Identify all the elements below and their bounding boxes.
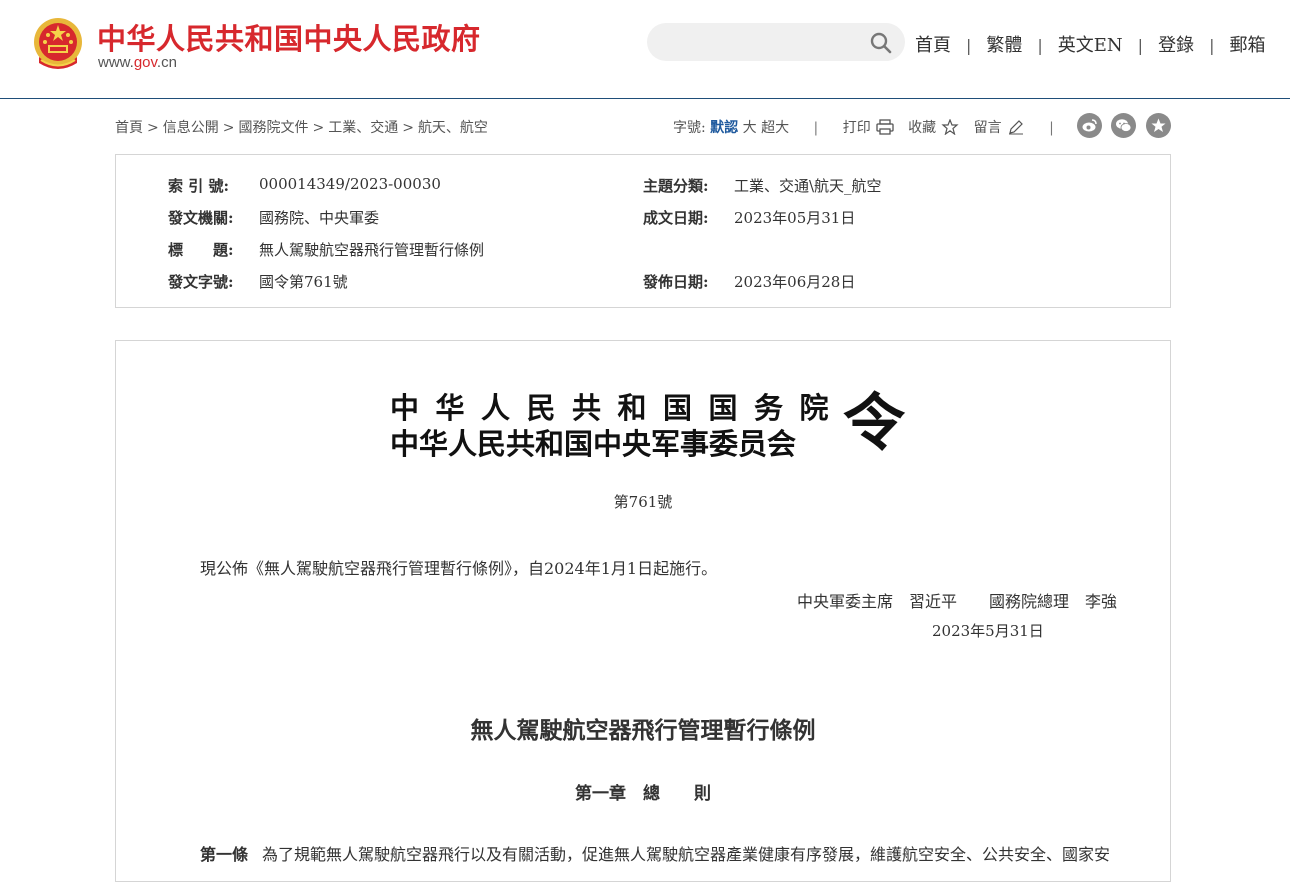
issuer-line-state-council: 中华人民共和国国务院 [390,391,846,425]
article-1: 第一條 為了規範無人駕駛航空器飛行以及有關活動，促進無人駕駛航空器產業健康有序發展… [200,841,1150,865]
search-icon[interactable] [869,31,893,55]
title-value: 無人駕駛航空器飛行管理暫行條例 [259,241,485,259]
national-emblem-icon[interactable] [33,17,83,71]
search-input[interactable] [665,31,869,55]
nav-separator: | [1037,36,1043,55]
site-url[interactable]: www.gov.cn [98,54,177,71]
site-header: 中华人民共和国中央人民政府 www.gov.cn 首頁 | 繁體 | 英文EN | 登錄 | 郵… [0,0,1290,99]
weibo-share[interactable] [1077,113,1102,138]
doc-number-value: 國令第761號 [259,273,348,291]
breadcrumb-item-industry[interactable]: 工業、交通 [328,120,398,136]
nav-home[interactable]: 首頁 [915,35,951,56]
font-size-large[interactable]: 大 [743,120,757,136]
breadcrumb-separator: > [222,120,235,136]
article-1-text: 為了規範無人駕駛航空器飛行以及有關活動，促進無人駕駛航空器產業健康有序發展，維護… [262,845,1111,864]
article-1-label: 第一條 [200,845,249,864]
site-url-prefix: www. [98,54,134,71]
breadcrumb-separator: > [402,120,414,136]
star-outline-icon [941,119,959,135]
nav-separator: | [1137,36,1144,55]
category-value: 工業、交通\航天_航空 [734,177,882,195]
signing-date: 2023年5月31日 [932,622,1044,640]
wechat-share[interactable] [1111,113,1136,138]
weibo-icon [1082,119,1097,132]
breadcrumb: 首頁 > 信息公開 > 國務院文件 > 工業、交通 > 航天、航空 [115,117,488,137]
category-label: 主題分類: [643,177,709,195]
star-circle-icon [1151,118,1166,132]
toolbar-separator: | [1049,120,1054,136]
announcement-text: 現公佈《無人駕駛航空器飛行管理暫行條例》，自2024年1月1日起施行。 [200,559,718,578]
written-date-label: 成文日期: [643,209,709,227]
nav-mail[interactable]: 郵箱 [1229,35,1265,56]
toolbar-separator: | [813,120,819,136]
publish-date-value: 2023年06月28日 [734,273,856,291]
regulation-title: 無人駕駛航空器飛行管理暫行條例 [470,717,816,744]
nav-separator: | [1209,36,1215,55]
breadcrumb-item-state-council-docs[interactable]: 國務院文件 [238,120,308,136]
index-label: 索 引 號: [168,177,229,195]
breadcrumb-separator: > [147,120,159,136]
signatories: 中央軍委主席 習近平 國務院總理 李強 [796,592,1117,611]
print-button[interactable]: 打印 [842,119,894,136]
nav-traditional[interactable]: 繁體 [986,35,1022,56]
written-date-value: 2023年05月31日 [734,209,856,227]
nav-english[interactable]: 英文EN [1058,35,1123,56]
site-url-suffix: .cn [156,54,177,71]
order-number: 第761號 [613,493,673,511]
printer-icon [876,119,894,135]
breadcrumb-item-aerospace[interactable]: 航天、航空 [418,120,488,136]
document-metadata: 索 引 號: 000014349/2023-00030 主題分類: 工業、交通\… [115,154,1171,308]
pencil-icon [1008,120,1023,135]
issuing-authorities: 中华人民共和国国务院 中华人民共和国中央军事委员会 [390,390,835,462]
breadcrumb-item-info[interactable]: 信息公開 [163,120,219,136]
favorite-button[interactable]: 收藏 [908,119,959,136]
site-title[interactable]: 中华人民共和国中央人民政府 [97,16,481,58]
breadcrumb-separator: > [312,120,325,136]
nav-login[interactable]: 登錄 [1158,35,1194,56]
top-nav: 首頁 | 繁體 | 英文EN | 登錄 | 郵箱 [915,31,1265,57]
doc-number-label: 發文字號: [168,273,234,291]
issuer-value: 國務院、中央軍委 [259,209,380,227]
font-size-label: 字號: [673,120,706,136]
order-character: 令 [843,386,906,459]
breadcrumb-item-home[interactable]: 首頁 [115,120,143,136]
page-toolbar: 字號: 默認 大 超大 | 打印 收藏 留言 | [673,117,1074,137]
nav-separator: | [966,36,972,55]
title-label: 標 題: [168,241,234,259]
print-label: 打印 [842,120,871,136]
index-value: 000014349/2023-00030 [259,175,441,193]
favorite-label: 收藏 [908,120,937,136]
comment-label: 留言 [973,120,1002,136]
bookmark-share[interactable] [1146,113,1171,138]
publish-date-label: 發佈日期: [643,273,709,291]
comment-button[interactable]: 留言 [974,120,1025,136]
font-size-xlarge[interactable]: 超大 [761,120,789,136]
search-box [647,23,905,61]
chapter-title: 第一章 總 則 [575,784,711,804]
document-body: 中华人民共和国国务院 中华人民共和国中央军事委员会 令 第761號 現公佈《無人… [115,340,1171,882]
issuer-line-military-commission: 中华人民共和国中央军事委员会 [390,427,797,461]
wechat-icon [1116,119,1132,132]
font-size-default[interactable]: 默認 [710,120,738,136]
site-url-brand: gov [133,54,157,71]
issuer-label: 發文機關: [168,209,234,227]
